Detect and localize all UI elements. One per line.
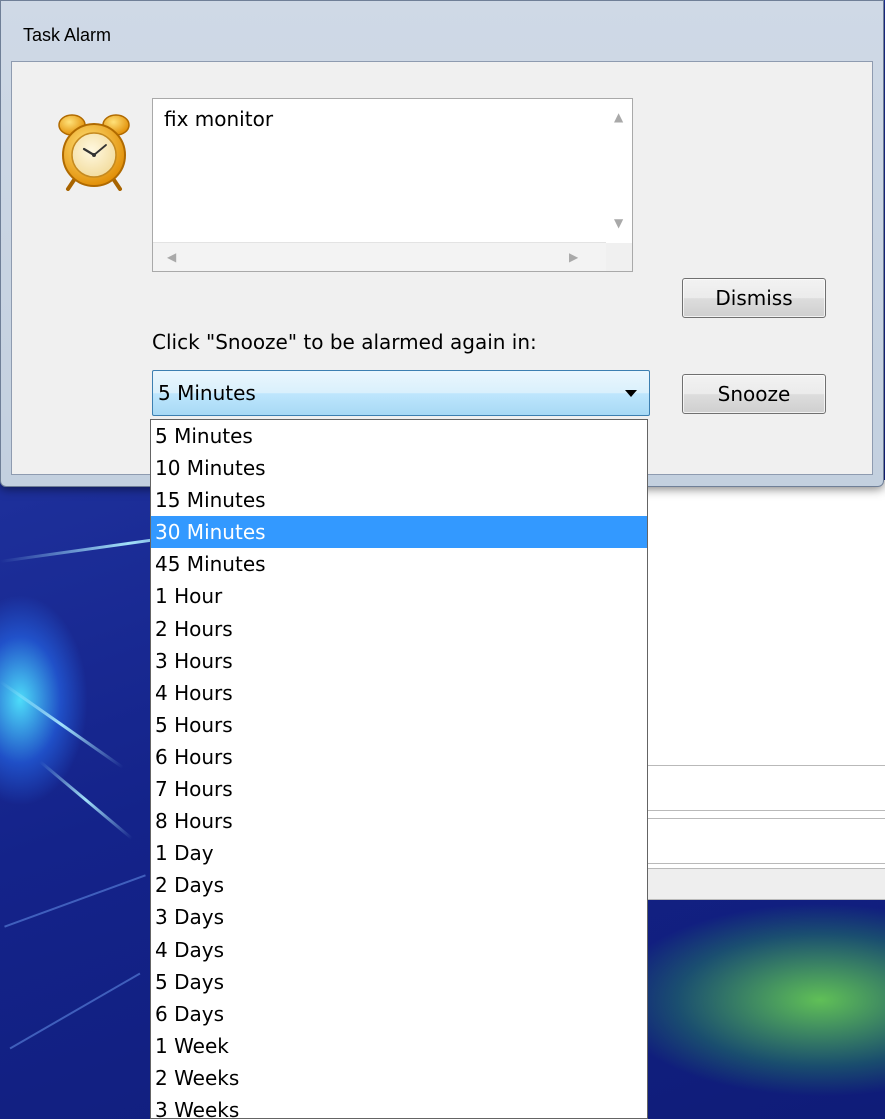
scroll-up-icon[interactable]: ▲ [614,111,623,123]
task-alarm-dialog: Task Alarm fix monitor ▲ ▼ ◀ ▶ Click "Sn… [0,0,884,487]
dropdown-option[interactable]: 3 Weeks [151,1094,647,1118]
dropdown-option[interactable]: 3 Hours [151,645,647,677]
background-field [620,818,885,864]
dropdown-option[interactable]: 6 Hours [151,741,647,773]
vertical-scrollbar[interactable]: ▲ ▼ [606,99,632,243]
dropdown-option[interactable]: 5 Days [151,966,647,998]
dropdown-option[interactable]: 3 Days [151,901,647,933]
dropdown-option[interactable]: 8 Hours [151,805,647,837]
dropdown-option[interactable]: 1 Hour [151,580,647,612]
scrollbar-corner [606,243,632,271]
dialog-client-area: fix monitor ▲ ▼ ◀ ▶ Click "Snooze" to be… [11,61,873,475]
dropdown-option[interactable]: 6 Days [151,998,647,1030]
alarm-note-textbox[interactable]: fix monitor ▲ ▼ ◀ ▶ [152,98,633,272]
snooze-instruction-label: Click "Snooze" to be alarmed again in: [152,330,537,354]
horizontal-scrollbar[interactable]: ◀ ▶ [153,242,606,271]
scroll-left-icon[interactable]: ◀ [167,251,176,263]
dropdown-option[interactable]: 7 Hours [151,773,647,805]
dropdown-option[interactable]: 15 Minutes [151,484,647,516]
snooze-interval-dropdown-list[interactable]: 5 Minutes 10 Minutes 15 Minutes 30 Minut… [150,419,648,1119]
light-streak [0,680,124,769]
scroll-right-icon[interactable]: ▶ [569,251,578,263]
snooze-interval-select[interactable]: 5 Minutes [152,370,650,416]
alarm-clock-icon [58,114,130,191]
background-field [620,765,885,811]
dropdown-option-highlighted[interactable]: 30 Minutes [151,516,647,549]
window-title: Task Alarm [23,25,112,45]
background-window [620,480,885,900]
dropdown-option[interactable]: 2 Days [151,869,647,901]
light-streak [39,760,133,840]
chevron-down-icon [625,390,637,397]
dropdown-option[interactable]: 10 Minutes [151,452,647,484]
dropdown-option[interactable]: 4 Hours [151,677,647,709]
dropdown-option[interactable]: 5 Minutes [151,420,647,452]
background-toolbar [620,868,885,900]
alarm-note-text: fix monitor [164,107,274,131]
dropdown-option[interactable]: 45 Minutes [151,548,647,580]
dropdown-option[interactable]: 1 Week [151,1030,647,1062]
dropdown-option[interactable]: 5 Hours [151,709,647,741]
light-streak [9,972,141,1050]
scroll-down-icon[interactable]: ▼ [614,217,623,229]
dropdown-option[interactable]: 4 Days [151,934,647,966]
snooze-button[interactable]: Snooze [682,374,826,414]
dropdown-option[interactable]: 1 Day [151,837,647,869]
dropdown-option[interactable]: 2 Hours [151,613,647,645]
dropdown-option[interactable]: 2 Weeks [151,1062,647,1094]
snooze-selected-value: 5 Minutes [158,381,256,405]
light-streak [4,874,146,928]
dismiss-button[interactable]: Dismiss [682,278,826,318]
